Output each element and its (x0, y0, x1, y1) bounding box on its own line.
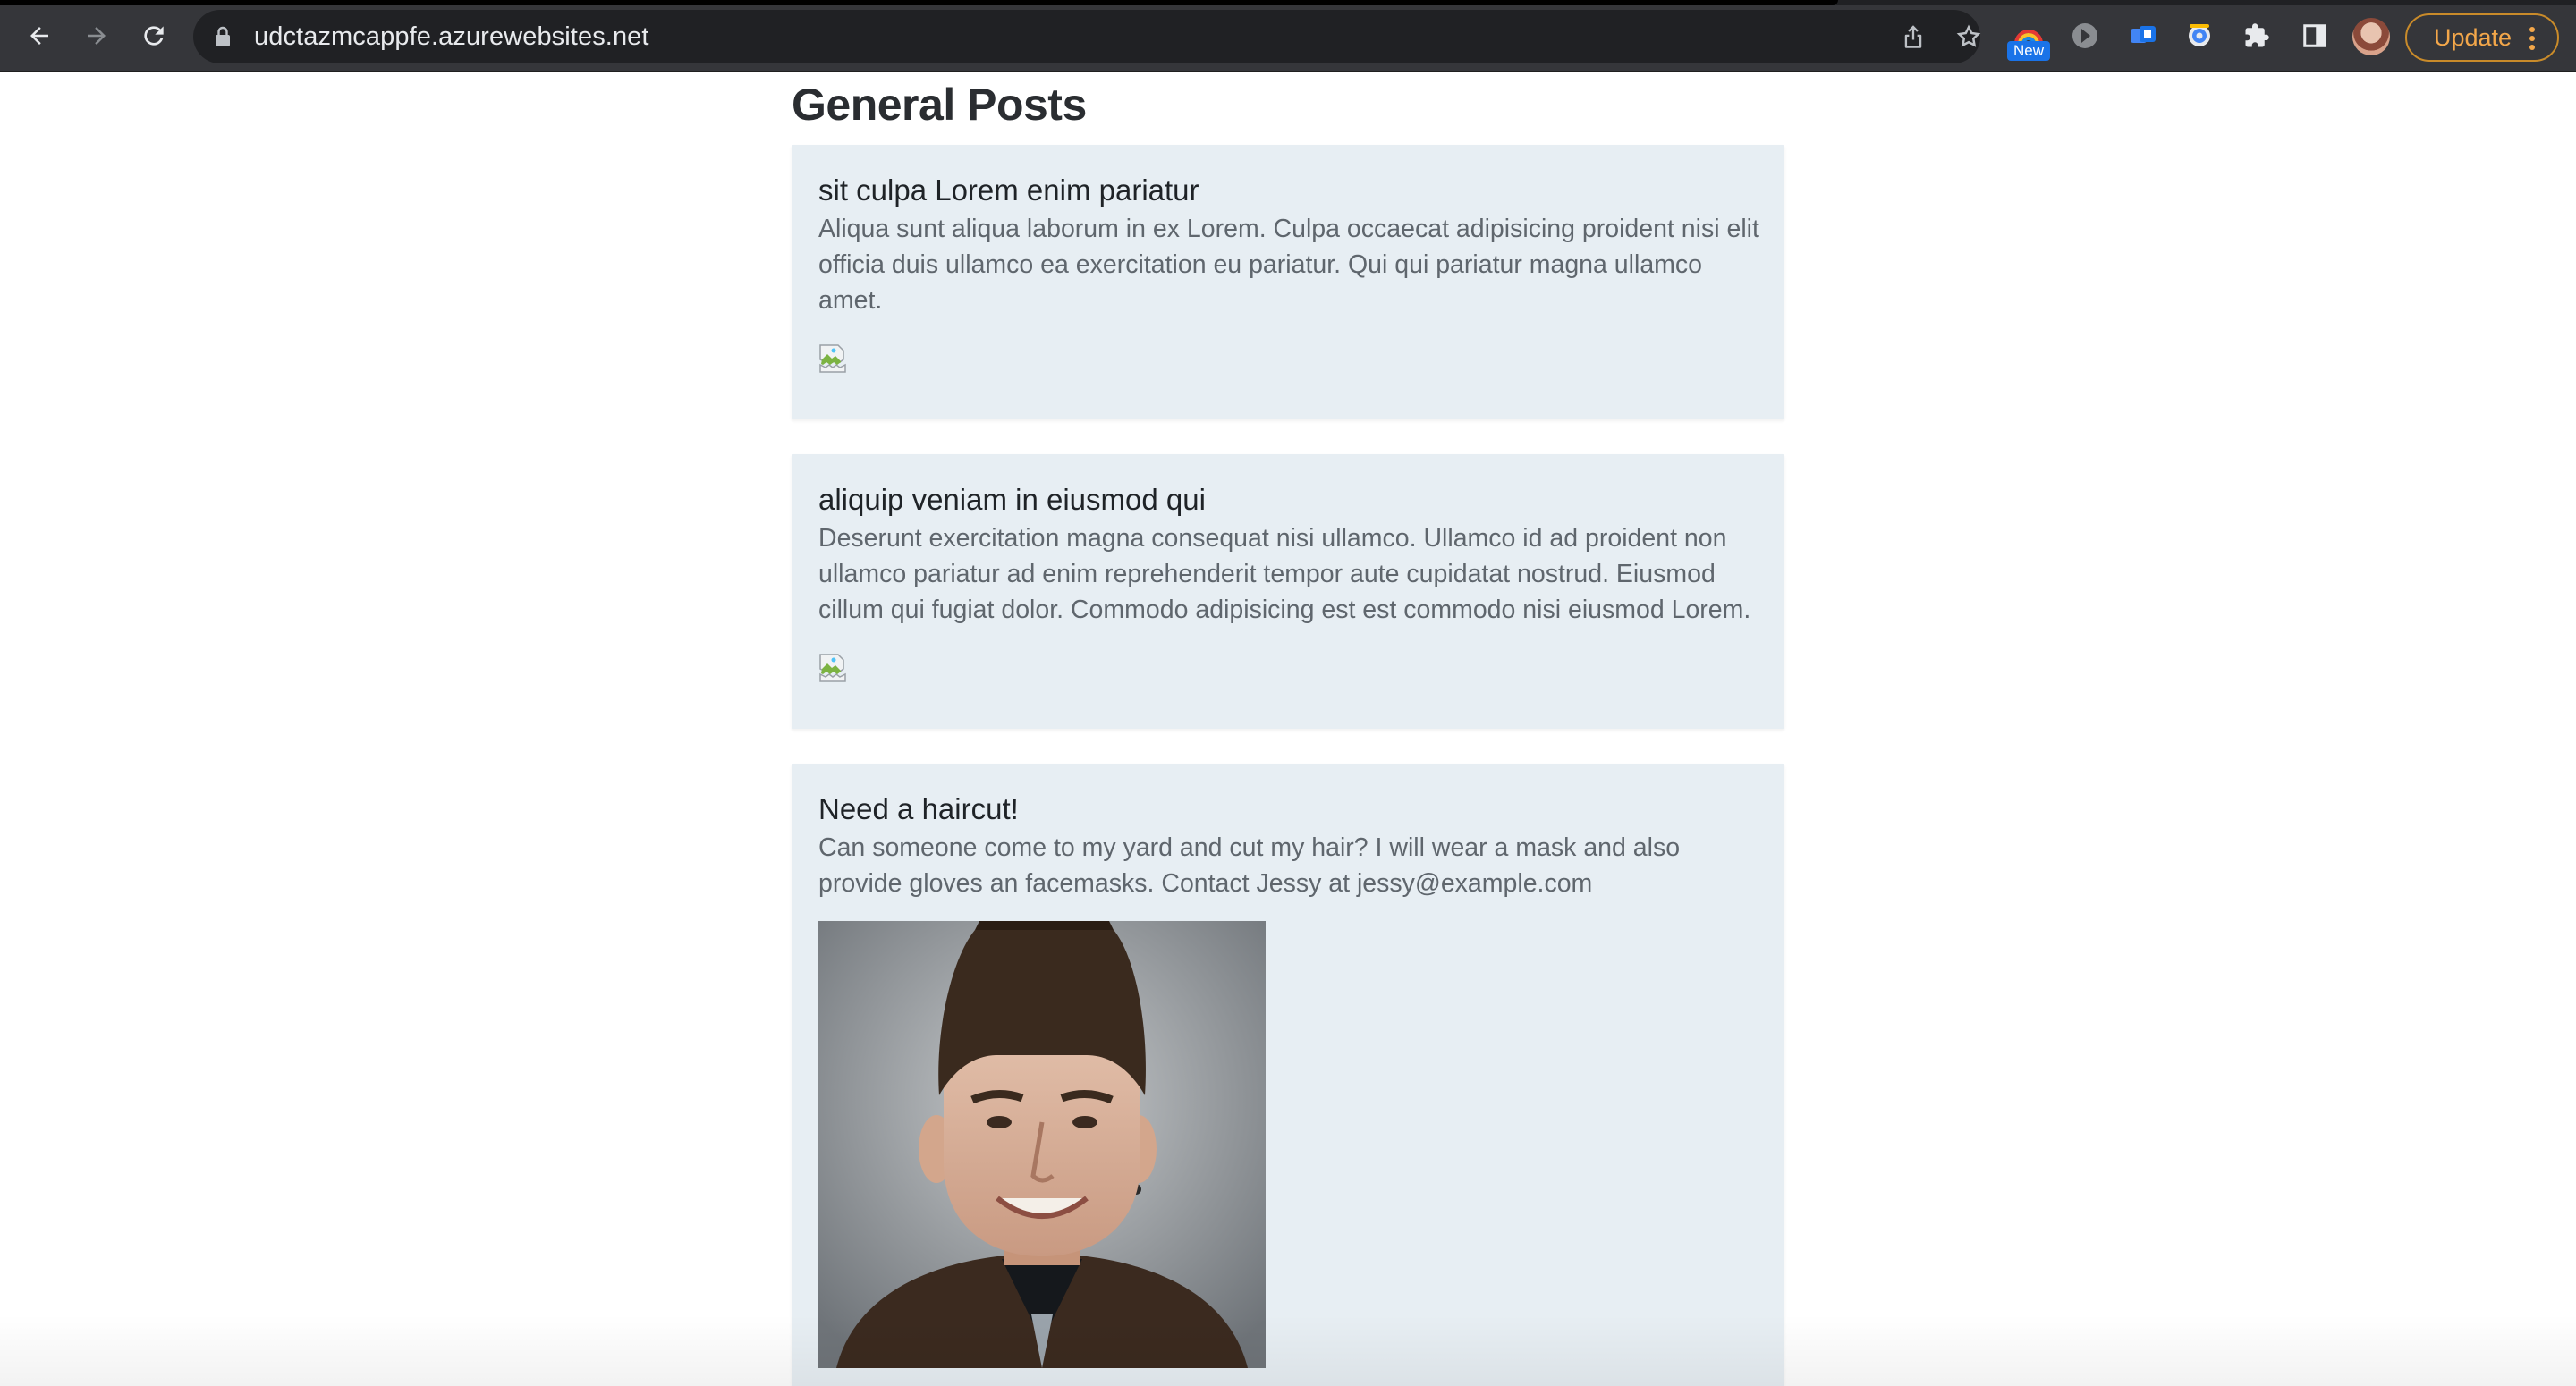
kebab-menu-icon (2529, 27, 2535, 50)
url-text: udctazmcappfe.azurewebsites.net (254, 22, 649, 51)
broken-image-icon (819, 654, 846, 682)
post-body: Can someone come to my yard and cut my h… (818, 833, 1681, 898)
bookmark-star-button[interactable] (1953, 21, 1984, 52)
post-card: Need a haircut! Can someone come to my y… (792, 764, 1784, 1386)
post-card: sit culpa Lorem enim pariatur Aliqua sun… (792, 145, 1784, 419)
portrait-photo (818, 921, 1266, 1368)
broken-image-icon (819, 344, 846, 373)
share-icon (1904, 25, 1922, 48)
post-body: Deserunt exercitation magna consequat ni… (818, 524, 1751, 624)
portrait-photo-illustration (818, 921, 1266, 1368)
profile-avatar[interactable] (2352, 18, 2390, 55)
lock-icon (216, 26, 230, 46)
update-button[interactable]: Update (2405, 13, 2559, 62)
blue-square-extension-button[interactable] (2123, 16, 2163, 55)
puzzle-icon (2245, 23, 2269, 47)
camera-extension-icon (2189, 24, 2210, 46)
extensions-button[interactable] (2237, 16, 2276, 55)
browser-window: udctazmcappfe.azurewebsites.net New Upda… (0, 0, 2576, 1386)
star-icon (1956, 24, 1981, 47)
arrow-left-icon (30, 27, 48, 45)
address-bar[interactable]: udctazmcappfe.azurewebsites.net (193, 10, 1981, 63)
post-body: Aliqua sunt aliqua laborum in ex Lorem. … (818, 215, 1759, 315)
tab-strip (0, 0, 2576, 5)
share-button[interactable] (1898, 21, 1928, 52)
page-title: General Posts (792, 80, 1087, 130)
reload-icon (144, 26, 164, 46)
new-badge: New (2007, 41, 2050, 61)
side-panel-button[interactable] (2295, 16, 2334, 55)
post-title: aliquip veniam in eiusmod qui (818, 483, 1206, 516)
browser-toolbar: udctazmcappfe.azurewebsites.net New Upda… (0, 0, 2576, 72)
arrow-right-icon (88, 27, 106, 45)
update-button-label: Update (2434, 24, 2512, 51)
circle-extension-icon (2072, 23, 2097, 48)
blue-square-extension-icon (2131, 26, 2156, 43)
post-title: sit culpa Lorem enim pariatur (818, 173, 1199, 207)
post-card: aliquip veniam in eiusmod qui Deserunt e… (792, 454, 1784, 729)
back-button[interactable] (20, 16, 59, 55)
reload-button[interactable] (134, 16, 174, 55)
forward-button[interactable] (77, 16, 116, 55)
circle-extension-button[interactable] (2065, 16, 2105, 55)
camera-extension-button[interactable] (2180, 16, 2219, 55)
side-panel-icon (2303, 24, 2326, 47)
post-title: Need a haircut! (818, 792, 1019, 825)
